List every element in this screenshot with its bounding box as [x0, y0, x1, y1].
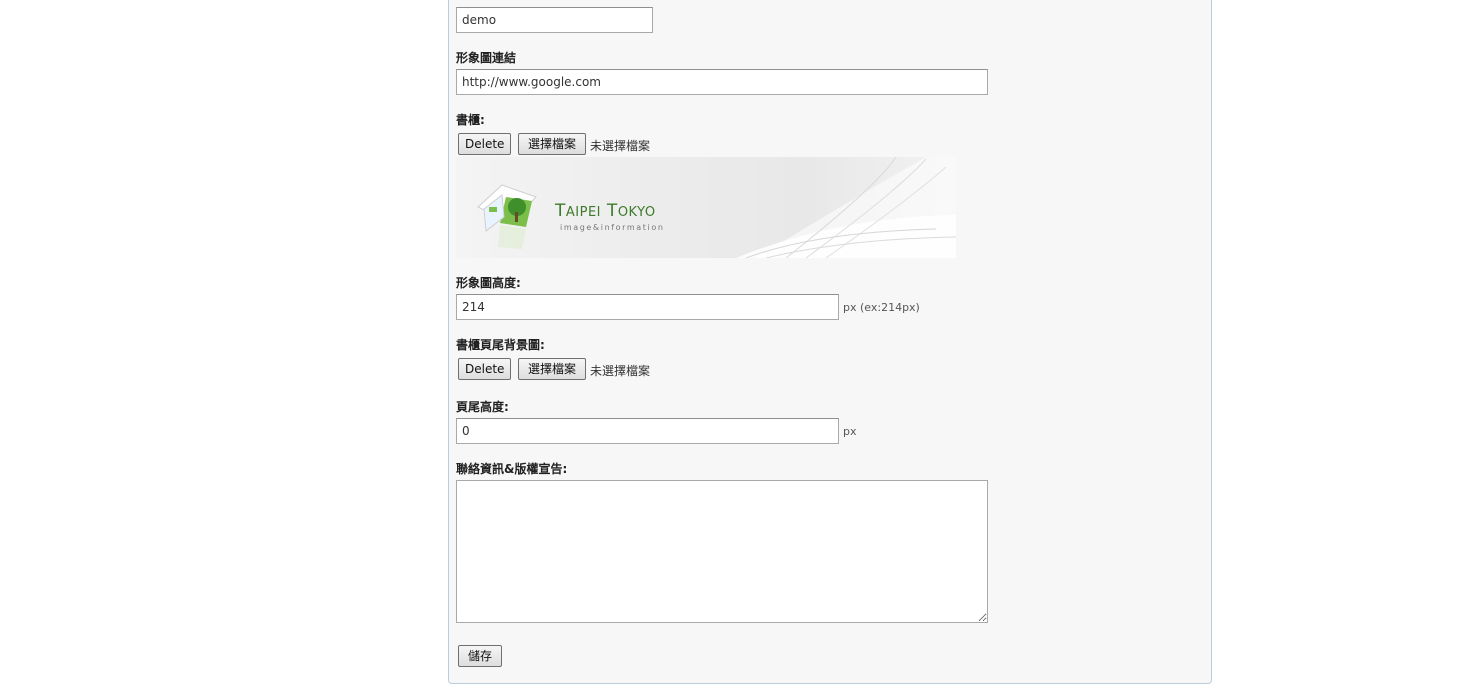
- banner-height-hint: px (ex:214px): [843, 301, 920, 314]
- footer-height-input[interactable]: [456, 418, 839, 444]
- banner-tagline: image&information: [560, 223, 665, 232]
- footer-height-unit: px: [843, 425, 857, 438]
- footer-height-label: 頁尾高度:: [456, 400, 509, 414]
- banner-file-status: 未選擇檔案: [590, 139, 651, 153]
- contact-textarea[interactable]: [456, 480, 988, 623]
- banner-height-label: 形象圖高度:: [456, 276, 521, 290]
- banner-link-input[interactable]: [456, 69, 988, 95]
- footer-bg-delete-button[interactable]: Delete: [458, 358, 511, 380]
- footer-bg-choose-file-button[interactable]: 選擇檔案: [518, 358, 586, 380]
- banner-book-graphic: [477, 157, 956, 258]
- username-input[interactable]: [456, 7, 653, 33]
- footer-bg-file-status: 未選擇檔案: [590, 364, 651, 378]
- banner-preview-image: TAIPEI TOKYO image&information: [456, 157, 956, 258]
- banner-image-label: 書櫃:: [456, 113, 485, 127]
- contact-label: 聯絡資訊&版權宣告:: [456, 462, 568, 476]
- banner-link-label: 形象圖連結: [456, 51, 517, 65]
- banner-choose-file-button[interactable]: 選擇檔案: [518, 133, 586, 155]
- banner-delete-button[interactable]: Delete: [458, 133, 511, 155]
- banner-brand-text: TAIPEI TOKYO: [555, 201, 656, 221]
- footer-bg-label: 書櫃頁尾背景圖:: [456, 338, 545, 352]
- banner-height-input[interactable]: [456, 294, 839, 320]
- save-button[interactable]: 儲存: [458, 645, 502, 667]
